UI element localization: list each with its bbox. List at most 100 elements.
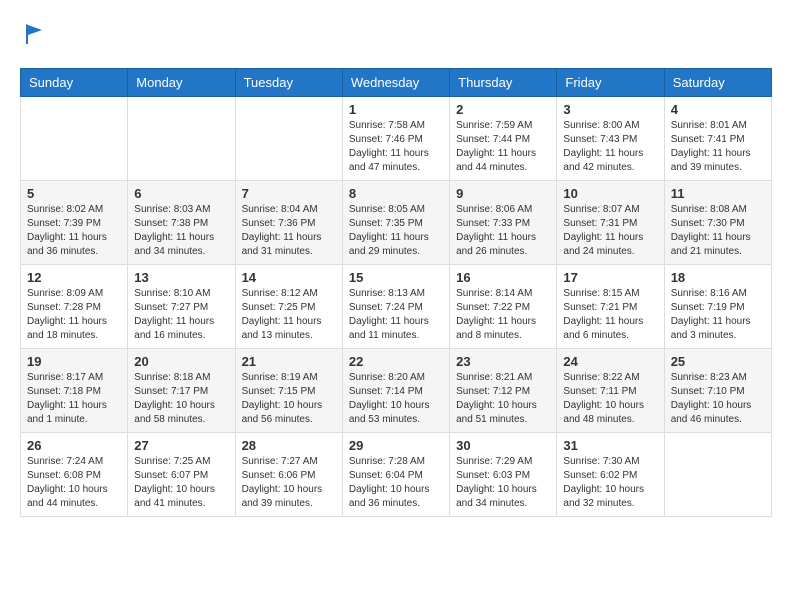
- day-number: 22: [349, 354, 443, 369]
- weekday-header-row: SundayMondayTuesdayWednesdayThursdayFrid…: [21, 69, 772, 97]
- calendar-day-cell: 29 Sunrise: 7:28 AM Sunset: 6:04 PM Dayli…: [342, 433, 449, 517]
- page-header: [20, 20, 772, 53]
- day-info: Sunrise: 8:08 AM Sunset: 7:30 PM Dayligh…: [671, 203, 765, 259]
- day-info: Sunrise: 8:18 AM Sunset: 7:17 PM Dayligh…: [134, 371, 228, 427]
- calendar-day-cell: 1Sunrise: 7:58 AM Sunset: 7:46 PM Daylig…: [342, 97, 449, 181]
- calendar-day-cell: 31 Sunrise: 7:30 AM Sunset: 6:02 PM Dayli…: [557, 433, 664, 517]
- day-number: 23: [456, 354, 550, 369]
- day-info: Sunrise: 8:00 AM Sunset: 7:43 PM Dayligh…: [563, 119, 657, 175]
- day-info: Sunrise: 7:28 AM Sunset: 6:04 PM Dayligh…: [349, 455, 443, 511]
- weekday-header-cell: Saturday: [664, 69, 771, 97]
- calendar-day-cell: [235, 97, 342, 181]
- day-number: 14: [242, 270, 336, 285]
- day-info: Sunrise: 8:22 AM Sunset: 7:11 PM Dayligh…: [563, 371, 657, 427]
- calendar-week-row: 19 Sunrise: 8:17 AM Sunset: 7:18 PM Dayli…: [21, 349, 772, 433]
- day-number: 19: [27, 354, 121, 369]
- day-info: Sunrise: 8:04 AM Sunset: 7:36 PM Dayligh…: [242, 203, 336, 259]
- day-number: 4: [671, 102, 765, 117]
- calendar-day-cell: 3 Sunrise: 8:00 AM Sunset: 7:43 PM Daylig…: [557, 97, 664, 181]
- calendar-day-cell: 23 Sunrise: 8:21 AM Sunset: 7:12 PM Dayli…: [450, 349, 557, 433]
- calendar-day-cell: 7 Sunrise: 8:04 AM Sunset: 7:36 PM Daylig…: [235, 181, 342, 265]
- day-info: Sunrise: 8:16 AM Sunset: 7:19 PM Dayligh…: [671, 287, 765, 343]
- day-number: 13: [134, 270, 228, 285]
- calendar-day-cell: [664, 433, 771, 517]
- calendar-day-cell: [21, 97, 128, 181]
- calendar-day-cell: 15Sunrise: 8:13 AM Sunset: 7:24 PM Dayli…: [342, 265, 449, 349]
- calendar-day-cell: 8Sunrise: 8:05 AM Sunset: 7:35 PM Daylig…: [342, 181, 449, 265]
- calendar-day-cell: 17 Sunrise: 8:15 AM Sunset: 7:21 PM Dayli…: [557, 265, 664, 349]
- calendar-day-cell: 2Sunrise: 7:59 AM Sunset: 7:44 PM Daylig…: [450, 97, 557, 181]
- weekday-header-cell: Friday: [557, 69, 664, 97]
- calendar-day-cell: 5 Sunrise: 8:02 AM Sunset: 7:39 PM Daylig…: [21, 181, 128, 265]
- day-info: Sunrise: 8:20 AM Sunset: 7:14 PM Dayligh…: [349, 371, 443, 427]
- calendar-day-cell: 24 Sunrise: 8:22 AM Sunset: 7:11 PM Dayli…: [557, 349, 664, 433]
- day-info: Sunrise: 8:07 AM Sunset: 7:31 PM Dayligh…: [563, 203, 657, 259]
- day-info: Sunrise: 7:25 AM Sunset: 6:07 PM Dayligh…: [134, 455, 228, 511]
- day-info: Sunrise: 8:19 AM Sunset: 7:15 PM Dayligh…: [242, 371, 336, 427]
- day-number: 17: [563, 270, 657, 285]
- day-info: Sunrise: 8:02 AM Sunset: 7:39 PM Dayligh…: [27, 203, 121, 259]
- weekday-header-cell: Wednesday: [342, 69, 449, 97]
- calendar-day-cell: 20Sunrise: 8:18 AM Sunset: 7:17 PM Dayli…: [128, 349, 235, 433]
- day-info: Sunrise: 7:29 AM Sunset: 6:03 PM Dayligh…: [456, 455, 550, 511]
- day-info: Sunrise: 8:06 AM Sunset: 7:33 PM Dayligh…: [456, 203, 550, 259]
- day-number: 1: [349, 102, 443, 117]
- day-number: 31: [563, 438, 657, 453]
- calendar-day-cell: [128, 97, 235, 181]
- day-info: Sunrise: 8:14 AM Sunset: 7:22 PM Dayligh…: [456, 287, 550, 343]
- calendar-day-cell: 25 Sunrise: 8:23 AM Sunset: 7:10 PM Dayli…: [664, 349, 771, 433]
- day-number: 25: [671, 354, 765, 369]
- day-number: 26: [27, 438, 121, 453]
- day-number: 11: [671, 186, 765, 201]
- calendar-day-cell: 13 Sunrise: 8:10 AM Sunset: 7:27 PM Dayli…: [128, 265, 235, 349]
- calendar-day-cell: 26 Sunrise: 7:24 AM Sunset: 6:08 PM Dayli…: [21, 433, 128, 517]
- day-info: Sunrise: 7:30 AM Sunset: 6:02 PM Dayligh…: [563, 455, 657, 511]
- day-info: Sunrise: 7:24 AM Sunset: 6:08 PM Dayligh…: [27, 455, 121, 511]
- weekday-header-cell: Thursday: [450, 69, 557, 97]
- weekday-header-cell: Monday: [128, 69, 235, 97]
- day-number: 10: [563, 186, 657, 201]
- calendar-table: SundayMondayTuesdayWednesdayThursdayFrid…: [20, 68, 772, 517]
- calendar-day-cell: 12 Sunrise: 8:09 AM Sunset: 7:28 PM Dayli…: [21, 265, 128, 349]
- day-info: Sunrise: 8:23 AM Sunset: 7:10 PM Dayligh…: [671, 371, 765, 427]
- weekday-header-cell: Sunday: [21, 69, 128, 97]
- day-number: 15: [349, 270, 443, 285]
- day-info: Sunrise: 8:03 AM Sunset: 7:38 PM Dayligh…: [134, 203, 228, 259]
- day-info: Sunrise: 8:15 AM Sunset: 7:21 PM Dayligh…: [563, 287, 657, 343]
- day-info: Sunrise: 8:01 AM Sunset: 7:41 PM Dayligh…: [671, 119, 765, 175]
- calendar-day-cell: 10 Sunrise: 8:07 AM Sunset: 7:31 PM Dayli…: [557, 181, 664, 265]
- day-info: Sunrise: 8:17 AM Sunset: 7:18 PM Dayligh…: [27, 371, 121, 427]
- day-number: 29: [349, 438, 443, 453]
- day-info: Sunrise: 8:10 AM Sunset: 7:27 PM Dayligh…: [134, 287, 228, 343]
- day-number: 9: [456, 186, 550, 201]
- calendar-week-row: 5 Sunrise: 8:02 AM Sunset: 7:39 PM Daylig…: [21, 181, 772, 265]
- day-info: Sunrise: 8:05 AM Sunset: 7:35 PM Dayligh…: [349, 203, 443, 259]
- day-number: 7: [242, 186, 336, 201]
- weekday-header-cell: Tuesday: [235, 69, 342, 97]
- calendar-day-cell: 9 Sunrise: 8:06 AM Sunset: 7:33 PM Daylig…: [450, 181, 557, 265]
- day-number: 28: [242, 438, 336, 453]
- day-number: 16: [456, 270, 550, 285]
- calendar-day-cell: 11 Sunrise: 8:08 AM Sunset: 7:30 PM Dayli…: [664, 181, 771, 265]
- day-number: 12: [27, 270, 121, 285]
- calendar-day-cell: 22 Sunrise: 8:20 AM Sunset: 7:14 PM Dayli…: [342, 349, 449, 433]
- day-number: 3: [563, 102, 657, 117]
- calendar-week-row: 26 Sunrise: 7:24 AM Sunset: 6:08 PM Dayli…: [21, 433, 772, 517]
- day-info: Sunrise: 8:09 AM Sunset: 7:28 PM Dayligh…: [27, 287, 121, 343]
- calendar-week-row: 1Sunrise: 7:58 AM Sunset: 7:46 PM Daylig…: [21, 97, 772, 181]
- day-info: Sunrise: 8:21 AM Sunset: 7:12 PM Dayligh…: [456, 371, 550, 427]
- calendar-day-cell: 16 Sunrise: 8:14 AM Sunset: 7:22 PM Dayli…: [450, 265, 557, 349]
- day-number: 5: [27, 186, 121, 201]
- day-info: Sunrise: 8:12 AM Sunset: 7:25 PM Dayligh…: [242, 287, 336, 343]
- calendar-week-row: 12 Sunrise: 8:09 AM Sunset: 7:28 PM Dayli…: [21, 265, 772, 349]
- day-number: 6: [134, 186, 228, 201]
- day-number: 27: [134, 438, 228, 453]
- calendar-day-cell: 18Sunrise: 8:16 AM Sunset: 7:19 PM Dayli…: [664, 265, 771, 349]
- day-number: 21: [242, 354, 336, 369]
- calendar-day-cell: 14 Sunrise: 8:12 AM Sunset: 7:25 PM Dayli…: [235, 265, 342, 349]
- day-number: 30: [456, 438, 550, 453]
- day-info: Sunrise: 7:27 AM Sunset: 6:06 PM Dayligh…: [242, 455, 336, 511]
- calendar-body: 1Sunrise: 7:58 AM Sunset: 7:46 PM Daylig…: [21, 97, 772, 517]
- calendar-day-cell: 6 Sunrise: 8:03 AM Sunset: 7:38 PM Daylig…: [128, 181, 235, 265]
- day-number: 24: [563, 354, 657, 369]
